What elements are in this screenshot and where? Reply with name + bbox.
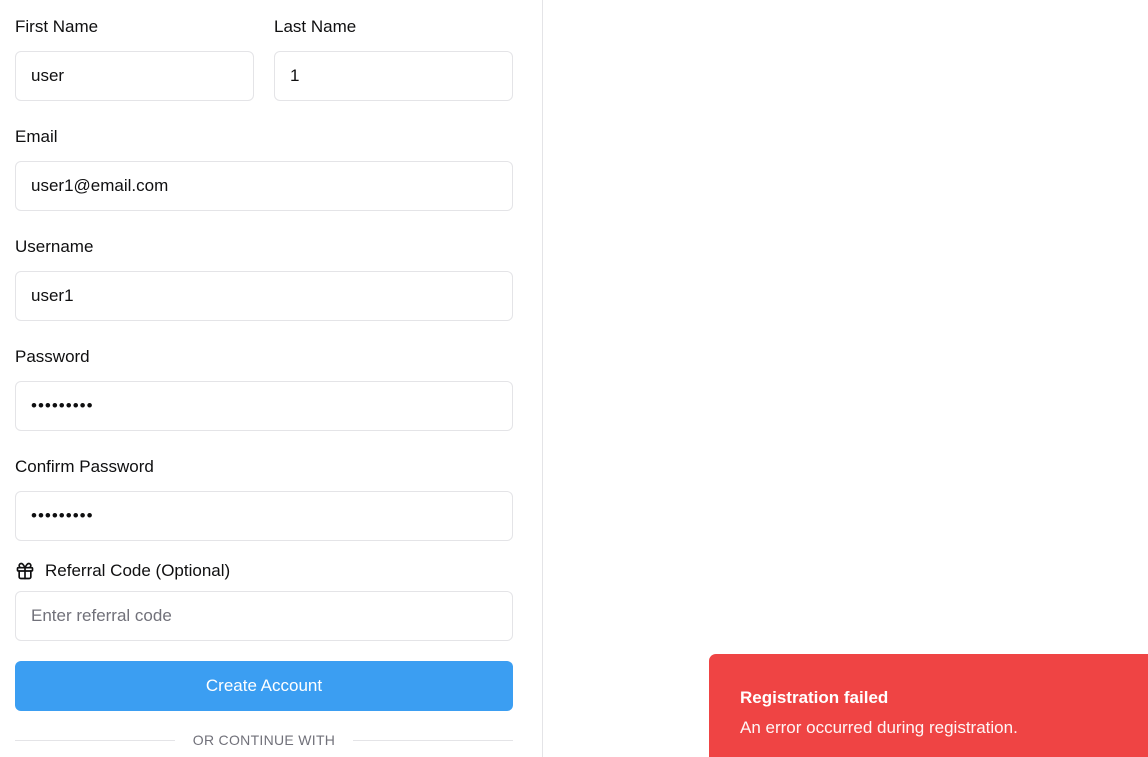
referral-code-input[interactable] — [15, 591, 513, 641]
divider-line-left — [15, 740, 175, 741]
password-label: Password — [15, 347, 90, 366]
email-input[interactable] — [15, 161, 513, 211]
confirm-password-input[interactable]: ••••••••• — [15, 491, 513, 541]
divider-text: OR CONTINUE WITH — [176, 732, 352, 748]
divider-line-right — [353, 740, 513, 741]
create-account-button[interactable]: Create Account — [15, 661, 513, 711]
username-label: Username — [15, 237, 94, 256]
email-label: Email — [15, 127, 58, 146]
referral-code-label: Referral Code (Optional) — [45, 561, 231, 580]
confirm-password-label: Confirm Password — [15, 457, 154, 476]
registration-form: First Name Last Name Email Username Pass… — [0, 0, 543, 757]
error-toast[interactable]: Registration failed An error occurred du… — [709, 654, 1148, 757]
username-input[interactable] — [15, 271, 513, 321]
toast-title: Registration failed — [740, 688, 889, 707]
toast-description: An error occurred during registration. — [740, 718, 1018, 737]
gift-icon — [15, 561, 35, 581]
first-name-label: First Name — [15, 17, 99, 36]
password-input[interactable]: ••••••••• — [15, 381, 513, 431]
last-name-input[interactable] — [274, 51, 513, 101]
registration-page: First Name Last Name Email Username Pass… — [0, 0, 1148, 757]
last-name-label: Last Name — [274, 17, 357, 36]
first-name-input[interactable] — [15, 51, 254, 101]
